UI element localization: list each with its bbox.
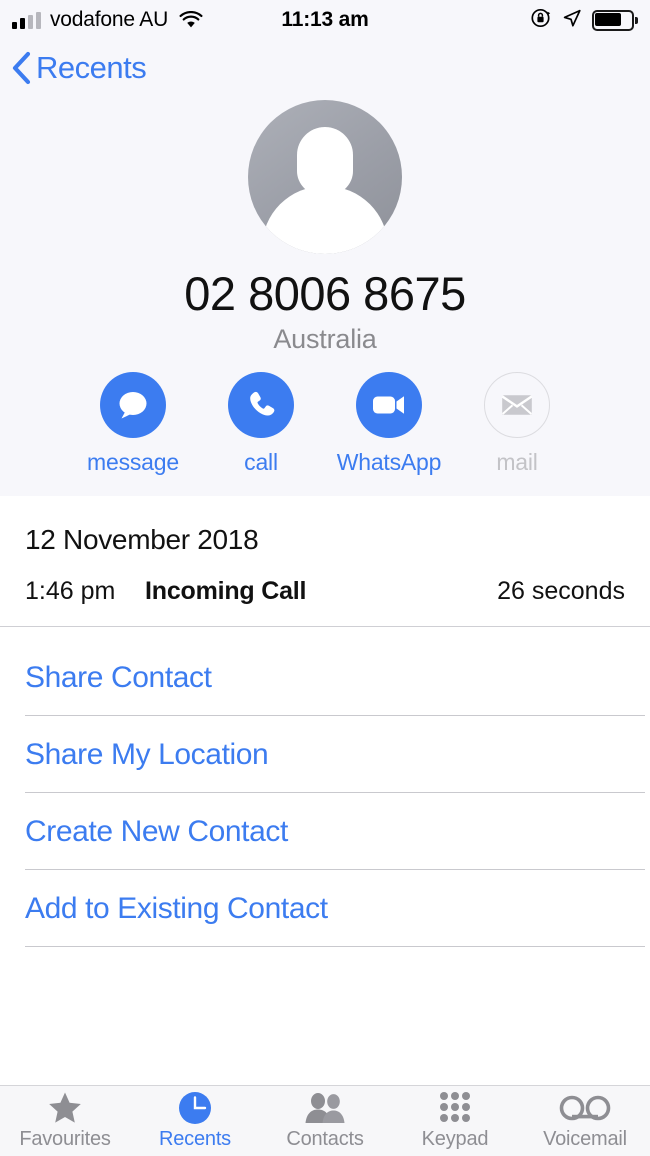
tab-label: Favourites <box>19 1128 111 1150</box>
call-action-button[interactable]: call <box>197 372 325 476</box>
keypad-dots-icon <box>438 1091 472 1125</box>
message-action-button[interactable]: message <box>69 372 197 476</box>
back-button-recents[interactable]: Recents <box>10 50 147 86</box>
voicemail-icon <box>559 1091 611 1125</box>
battery-icon <box>592 9 638 31</box>
call-duration-label: 26 seconds <box>497 576 625 605</box>
tab-label: Recents <box>159 1128 231 1150</box>
call-type-label: Incoming Call <box>145 576 307 605</box>
tab-contacts[interactable]: Contacts <box>260 1086 390 1156</box>
list-item-label: Share Contact <box>25 660 212 694</box>
tab-recents[interactable]: Recents <box>130 1086 260 1156</box>
mail-action-label: mail <box>496 449 538 475</box>
quick-actions-row: message call WhatsApp mail <box>0 372 650 476</box>
status-bar-right <box>530 0 638 40</box>
whatsapp-action-button[interactable]: WhatsApp <box>325 372 453 476</box>
video-camera-icon <box>356 372 422 438</box>
rotation-lock-icon <box>530 7 552 34</box>
call-detail-section: 12 November 2018 1:46 pm Incoming Call 2… <box>0 496 650 627</box>
tab-label: Voicemail <box>543 1128 627 1150</box>
call-time-label: 1:46 pm <box>25 576 116 605</box>
call-action-label: call <box>244 449 278 475</box>
whatsapp-action-label: WhatsApp <box>336 449 442 475</box>
clock-icon <box>178 1091 212 1125</box>
contact-actions-list: Share Contact Share My Location Create N… <box>0 639 650 947</box>
message-bubble-icon <box>100 372 166 438</box>
tab-label: Keypad <box>421 1128 489 1150</box>
status-bar: vodafone AU 11:13 am <box>0 0 650 40</box>
back-button-label: Recents <box>36 50 147 85</box>
list-item-label: Create New Contact <box>25 814 288 848</box>
call-date-label: 12 November 2018 <box>25 524 259 555</box>
divider <box>0 626 650 627</box>
phone-call-detail-screen: vodafone AU 11:13 am Recents 02 8006 867… <box>0 0 650 1156</box>
list-item-label: Add to Existing Contact <box>25 891 328 925</box>
call-detail-row: 1:46 pm Incoming Call 26 seconds <box>0 562 650 620</box>
list-item-label: Share My Location <box>25 737 269 771</box>
phone-icon <box>228 372 294 438</box>
contact-country-label: Australia <box>273 324 377 354</box>
list-item-add-to-existing-contact[interactable]: Add to Existing Contact <box>0 870 650 947</box>
tab-bar: Favourites Recents Contacts Keypad Voice… <box>0 1085 650 1156</box>
star-icon <box>47 1091 83 1125</box>
people-icon <box>303 1091 347 1125</box>
tab-favourites[interactable]: Favourites <box>0 1086 130 1156</box>
tab-label: Contacts <box>286 1128 364 1150</box>
chevron-left-icon <box>10 51 32 85</box>
page-title: 02 8006 8675 <box>184 267 466 320</box>
contact-header: 02 8006 8675 Australia message call What… <box>0 96 650 496</box>
person-placeholder-avatar <box>248 100 402 254</box>
navigation-bar: Recents <box>0 40 650 96</box>
tab-voicemail[interactable]: Voicemail <box>520 1086 650 1156</box>
list-item-create-new-contact[interactable]: Create New Contact <box>0 793 650 870</box>
location-arrow-icon <box>562 8 582 33</box>
list-item-share-contact[interactable]: Share Contact <box>0 639 650 716</box>
divider <box>25 946 645 947</box>
message-action-label: message <box>87 449 179 475</box>
list-item-share-my-location[interactable]: Share My Location <box>0 716 650 793</box>
tab-keypad[interactable]: Keypad <box>390 1086 520 1156</box>
mail-action-button: mail <box>453 372 581 476</box>
envelope-icon <box>484 372 550 438</box>
